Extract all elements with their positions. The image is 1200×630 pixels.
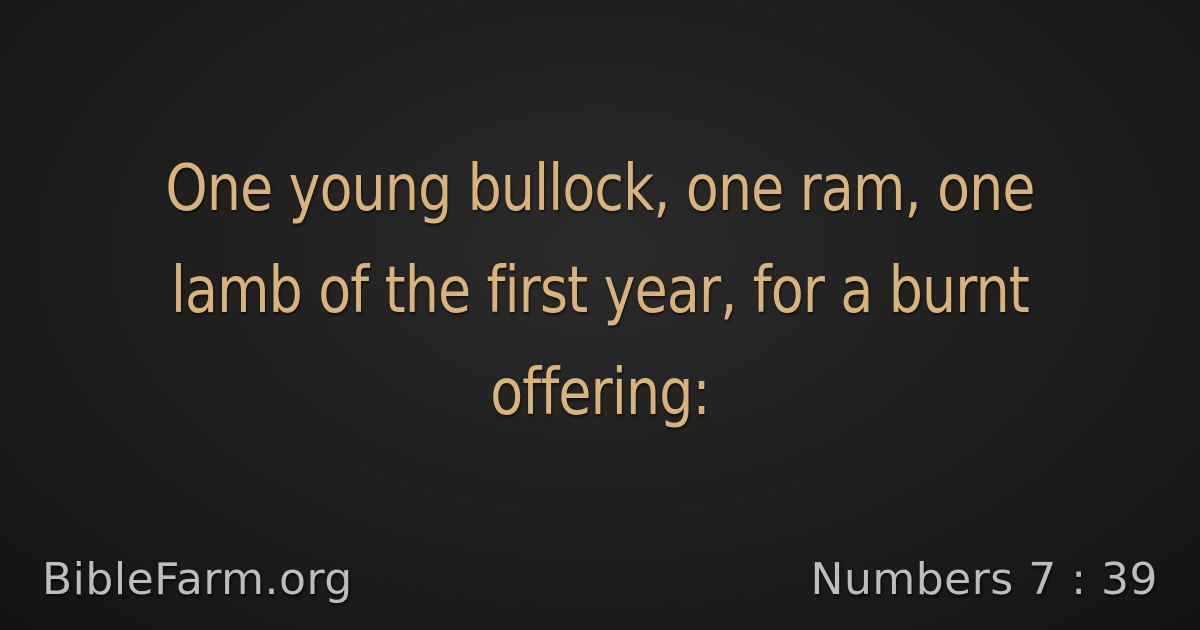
- verse-text: One young bullock, one ram, one lamb of …: [165, 152, 1035, 430]
- verse-card: One young bullock, one ram, one lamb of …: [0, 0, 1200, 630]
- verse-reference: Numbers 7 : 39: [810, 554, 1158, 605]
- site-name: BibleFarm.org: [42, 554, 353, 605]
